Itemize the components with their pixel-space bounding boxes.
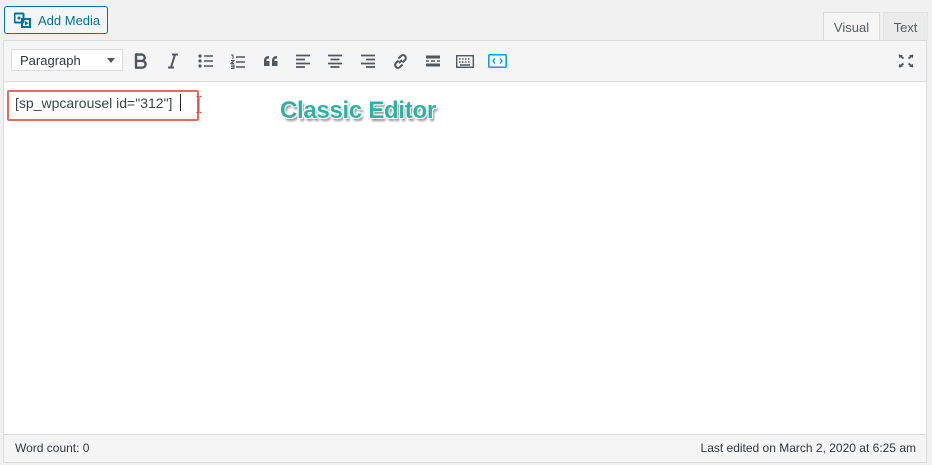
align-center-icon[interactable]: [324, 50, 346, 72]
add-media-button[interactable]: Add Media: [4, 6, 108, 34]
insert-link-icon[interactable]: [389, 50, 411, 72]
add-media-icon: [14, 12, 31, 29]
ibeam-cursor-icon: [196, 96, 202, 113]
word-count: Word count: 0: [15, 441, 90, 455]
editor-status-bar: Word count: 0 Last edited on March 2, 20…: [4, 434, 926, 462]
read-more-icon[interactable]: [422, 50, 444, 72]
fullscreen-icon[interactable]: [895, 50, 917, 72]
italic-icon[interactable]: [162, 50, 184, 72]
toolbar-toggle-icon[interactable]: [454, 50, 476, 72]
shortcode-text: [sp_wpcarousel id="312"]: [15, 95, 173, 111]
classic-editor-annotation: Classic Editor: [280, 97, 436, 124]
code-embed-icon[interactable]: [486, 50, 508, 72]
editor-content-area[interactable]: [sp_wpcarousel id="312"] Classic Editor: [4, 82, 926, 435]
tab-text[interactable]: Text: [883, 12, 928, 41]
dropdown-caret-icon: [107, 58, 115, 63]
format-select-value: Paragraph: [20, 52, 81, 68]
bulleted-list-icon[interactable]: [195, 50, 217, 72]
paragraph-format-select[interactable]: Paragraph: [11, 49, 123, 71]
last-edited-timestamp: Last edited on March 2, 2020 at 6:25 am: [700, 441, 916, 455]
align-right-icon[interactable]: [357, 50, 379, 72]
editor-toolbar: Paragraph: [4, 41, 926, 82]
text-cursor: [180, 94, 181, 111]
classic-editor: Paragraph [sp_wpcarousel id="312"] Class…: [3, 40, 927, 463]
numbered-list-icon[interactable]: [227, 50, 249, 72]
add-media-label: Add Media: [38, 12, 101, 28]
bold-icon[interactable]: [130, 50, 152, 72]
blockquote-icon[interactable]: [260, 50, 282, 72]
align-left-icon[interactable]: [292, 50, 314, 72]
tab-visual[interactable]: Visual: [823, 12, 880, 41]
